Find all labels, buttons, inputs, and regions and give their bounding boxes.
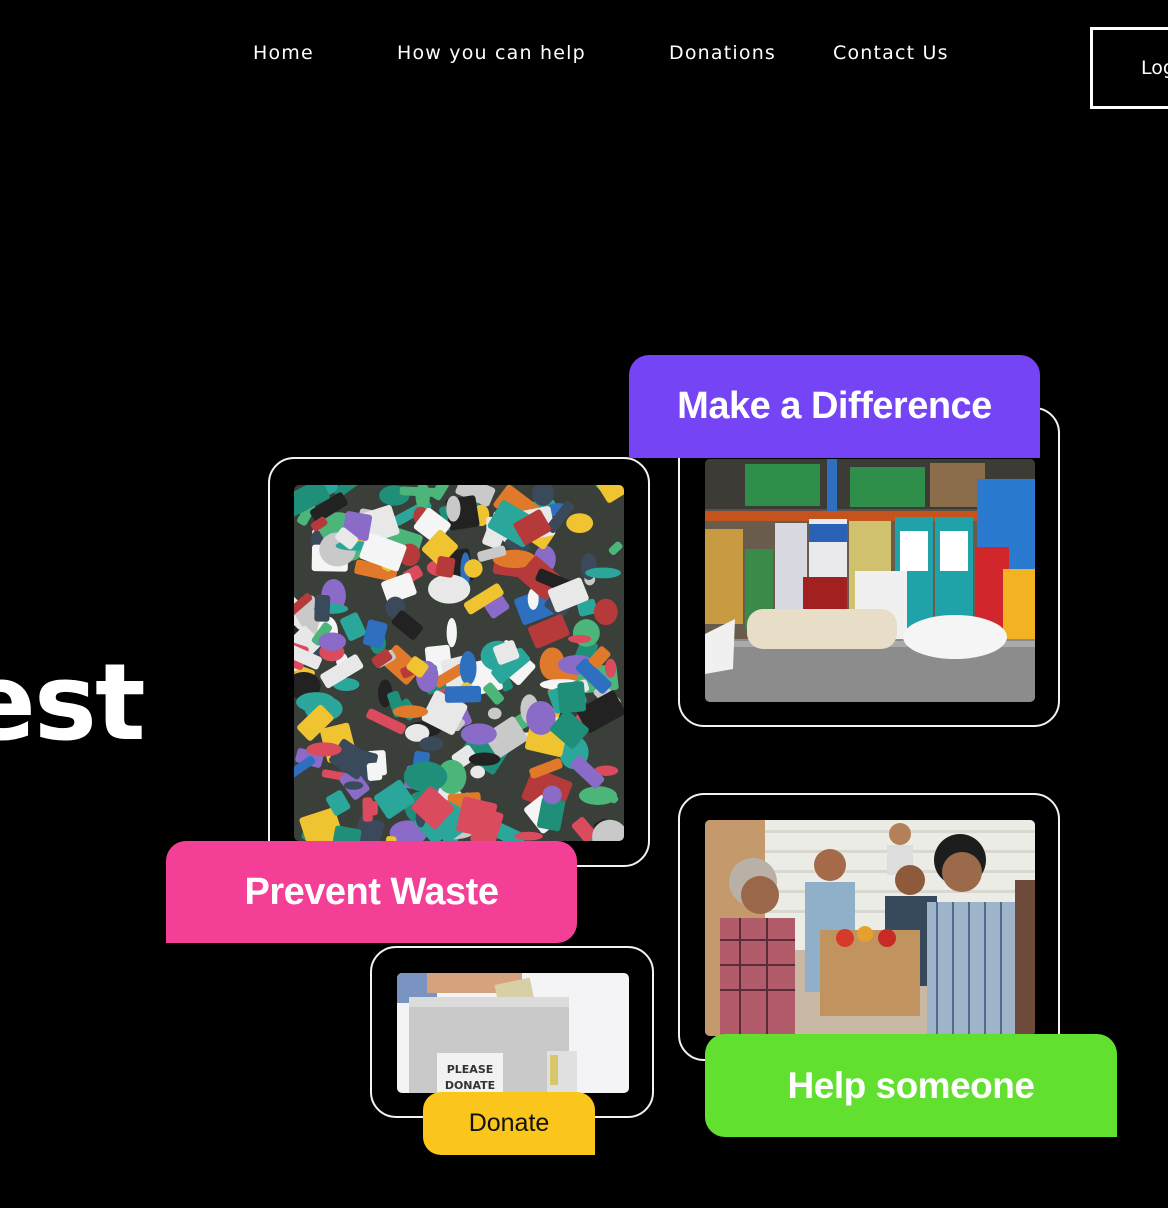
food-bank-shelves-photo [705,459,1035,702]
nav-contact-us-link[interactable]: Contact Us [833,38,949,68]
prevent-waste-tag[interactable]: Prevent Waste [166,841,577,943]
nav-home-link[interactable]: Home [253,38,314,68]
help-someone-card [678,793,1060,1061]
login-button[interactable]: Log [1090,27,1168,109]
help-someone-tag[interactable]: Help someone [705,1034,1117,1137]
donate-tag[interactable]: Donate [423,1092,595,1155]
make-a-difference-tag[interactable]: Make a Difference [629,355,1040,458]
donation-box-photo: PLEASE DONATE [397,973,629,1093]
prevent-waste-card [268,457,650,867]
login-button-label: Log [1141,57,1168,79]
family-receiving-groceries-photo [705,820,1035,1036]
main-nav: Home How you can help Donations Contact … [0,38,1168,72]
donation-box-label-donate: DONATE [445,1079,495,1092]
hero-heading-fragment: est [0,641,146,764]
nav-how-you-can-help-link[interactable]: How you can help [397,38,586,68]
plastic-waste-pile-photo [294,485,624,841]
nav-donations-link[interactable]: Donations [669,38,776,68]
donation-box-label-please: PLEASE [447,1063,494,1076]
